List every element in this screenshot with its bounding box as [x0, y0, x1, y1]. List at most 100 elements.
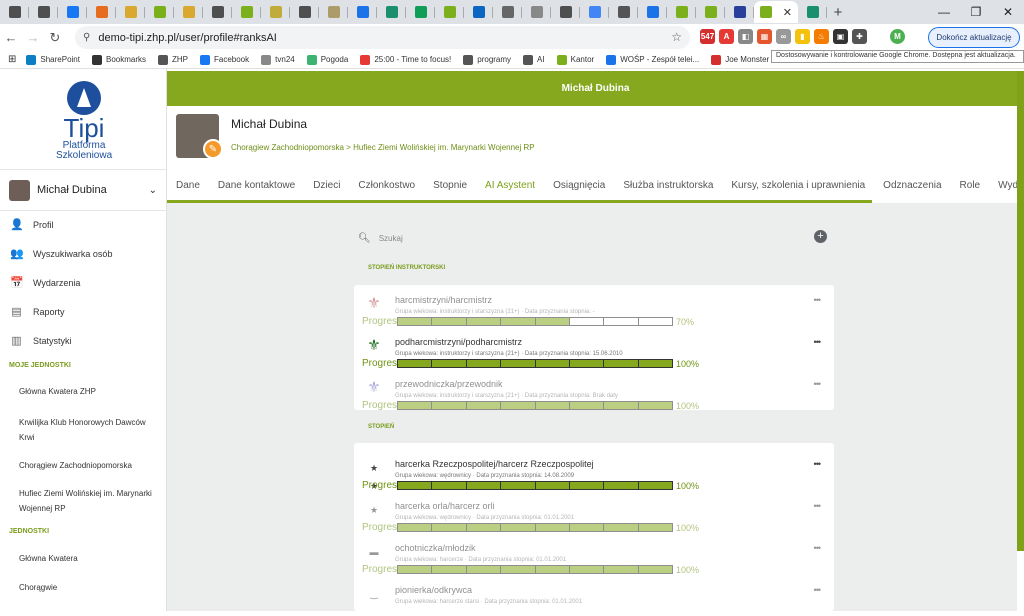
more-options-icon[interactable]: ••• — [814, 501, 822, 511]
browser-tab[interactable] — [493, 1, 522, 23]
search-bar[interactable]: 🔍︎ Szukaj — [358, 231, 828, 246]
bookmark-item[interactable]: tvn24 — [261, 54, 295, 65]
rank-row[interactable]: ⚜ podharcmistrzyni/podharcmistrz Grupa wie… — [354, 327, 834, 369]
sidebar-item-3[interactable]: ▤ Raporty — [0, 298, 167, 326]
browser-tab[interactable] — [522, 1, 551, 23]
maximize-button[interactable]: ❐ — [960, 0, 992, 24]
browser-tab-active[interactable]: ✕ — [754, 1, 798, 23]
bookmark-item[interactable]: Kantor — [556, 54, 594, 65]
bookmark-item[interactable]: Pogoda — [306, 54, 349, 65]
browser-tab[interactable] — [464, 1, 493, 23]
rank-row[interactable]: ▬ ochotniczka/młodzik Grupa wiekowa: harce… — [354, 533, 834, 575]
bookmark-item[interactable]: ZHP — [158, 54, 188, 65]
extensions-puzzle-icon[interactable]: ✚ — [852, 29, 867, 44]
browser-tab[interactable] — [798, 1, 827, 23]
extension-fire-icon[interactable]: ♨ — [814, 29, 829, 44]
browser-tab[interactable] — [29, 1, 58, 23]
more-options-icon[interactable]: ••• — [814, 459, 822, 469]
browser-tab[interactable] — [377, 1, 406, 23]
browser-tab[interactable] — [435, 1, 464, 23]
browser-tab[interactable] — [116, 1, 145, 23]
browser-tab[interactable] — [580, 1, 609, 23]
browser-tab[interactable] — [58, 1, 87, 23]
browser-tab[interactable] — [174, 1, 203, 23]
browser-tab[interactable] — [145, 1, 174, 23]
more-options-icon[interactable]: ••• — [814, 379, 822, 389]
tab-9[interactable]: Odznaczenia — [874, 177, 950, 203]
breadcrumb[interactable]: Chorągiew Zachodniopomorska > Hufiec Zie… — [231, 143, 535, 152]
browser-tab[interactable] — [551, 1, 580, 23]
browser-tab[interactable] — [0, 1, 29, 23]
extension-link-icon[interactable]: ∞ — [776, 29, 791, 44]
extension-mail-icon[interactable]: 547 — [700, 29, 715, 44]
browser-tab[interactable] — [696, 1, 725, 23]
user-menu[interactable]: Michał Dubina ⌄ — [0, 169, 167, 211]
bookmark-item[interactable]: Facebook — [200, 54, 249, 65]
bookmark-item[interactable]: 25:00 - Time to focus! — [360, 54, 451, 65]
search-input[interactable]: Szukaj — [379, 234, 403, 243]
browser-tab[interactable] — [406, 1, 435, 23]
my-unit-link[interactable]: Krwilijka Klub Honorowych Dawców Krwi — [19, 415, 159, 445]
extension-icon[interactable]: ◧ — [738, 29, 753, 44]
finish-update-button[interactable]: Dokończ aktualizację — [928, 27, 1020, 48]
more-options-icon[interactable]: ••• — [814, 585, 822, 595]
sidebar-item-0[interactable]: 👤 Profil — [0, 211, 167, 239]
back-icon[interactable]: ← — [0, 30, 22, 45]
url-field[interactable]: ⚲ demo-tipi.zhp.pl/user/profile#ranksAI … — [75, 26, 690, 49]
bookmark-item[interactable]: AI — [523, 54, 545, 65]
rank-row[interactable]: ★ ★ harcerka Rzeczpospolitej/harcerz Rzec… — [354, 449, 834, 491]
extension-bookmark-icon[interactable]: ▮ — [795, 29, 810, 44]
bookmark-item[interactable]: Joe Monster — [711, 54, 769, 65]
bookmark-star-icon[interactable]: ☆ — [671, 30, 682, 44]
browser-tab[interactable] — [609, 1, 638, 23]
more-options-icon[interactable]: ••• — [814, 543, 822, 553]
browser-tab[interactable] — [319, 1, 348, 23]
apps-grid-icon[interactable]: ⊞ — [8, 54, 16, 65]
unit-link[interactable]: Chorągwie — [19, 580, 159, 595]
extension-abp-icon[interactable]: A — [719, 29, 734, 44]
sidebar-item-2[interactable]: 📅 Wydarzenia — [0, 269, 167, 297]
bookmark-item[interactable]: programy — [463, 54, 511, 65]
unit-link[interactable]: Główna Kwatera — [19, 551, 159, 566]
browser-tab[interactable] — [261, 1, 290, 23]
my-unit-link[interactable]: Chorągiew Zachodniopomorska — [19, 458, 159, 473]
scrollbar[interactable] — [1017, 71, 1024, 551]
profile-avatar-icon[interactable]: M — [890, 29, 905, 44]
sidebar-item-1[interactable]: 👥 Wyszukiwarka osób — [0, 240, 167, 268]
edit-pencil-icon[interactable]: ✎ — [203, 139, 223, 159]
rank-row[interactable]: ⚜ przewodniczka/przewodnik Grupa wiekowa: … — [354, 369, 834, 411]
rank-row[interactable]: ★ harcerka orla/harcerz orli Grupa wiekowa… — [354, 491, 834, 533]
browser-tab[interactable] — [87, 1, 116, 23]
sidebar-item-4[interactable]: ▥ Statystyki — [0, 327, 167, 355]
add-circle-icon[interactable]: + — [814, 230, 827, 243]
extension-reader-icon[interactable]: ▣ — [833, 29, 848, 44]
my-unit-link[interactable]: Hufiec Ziemi Wolińskiej im. Marynarki Wo… — [19, 486, 159, 516]
forward-icon[interactable]: → — [22, 30, 44, 45]
bookmark-item[interactable]: WOŚP - Zespół telei... — [606, 54, 699, 65]
my-unit-link[interactable]: Główna Kwatera ZHP — [19, 384, 159, 399]
browser-tab[interactable] — [232, 1, 261, 23]
chevron-down-icon[interactable]: ⌄ — [149, 185, 157, 196]
extension-calendar-icon[interactable]: ▦ — [757, 29, 772, 44]
browser-tab[interactable] — [725, 1, 754, 23]
bookmark-label: Pogoda — [320, 55, 349, 64]
bookmark-item[interactable]: Bookmarks — [91, 54, 146, 65]
reload-icon[interactable]: ↻ — [44, 30, 66, 46]
more-options-icon[interactable]: ••• — [814, 295, 822, 305]
tab-10[interactable]: Role — [951, 177, 990, 203]
site-info-icon[interactable]: ⚲ — [83, 32, 90, 43]
rank-row[interactable]: ⚜ harcmistrzyni/harcmistrz Grupa wiekowa: … — [354, 285, 834, 327]
new-tab-button[interactable]: + — [827, 4, 849, 21]
browser-tab[interactable] — [667, 1, 696, 23]
browser-tab[interactable] — [638, 1, 667, 23]
browser-tab[interactable] — [348, 1, 377, 23]
browser-tab[interactable] — [290, 1, 319, 23]
more-options-icon[interactable]: ••• — [814, 337, 822, 347]
tipi-logo[interactable]: Tipi Platforma Szkoleniowa — [56, 81, 112, 163]
minimize-button[interactable]: — — [928, 0, 960, 24]
tab-close-icon[interactable]: ✕ — [783, 6, 792, 19]
browser-tab[interactable] — [203, 1, 232, 23]
rank-row[interactable]: ‿ pionierka/odkrywca Grupa wiekowa: harcer… — [354, 575, 834, 616]
close-window-button[interactable]: ✕ — [992, 0, 1024, 24]
bookmark-item[interactable]: SharePoint — [26, 54, 80, 65]
